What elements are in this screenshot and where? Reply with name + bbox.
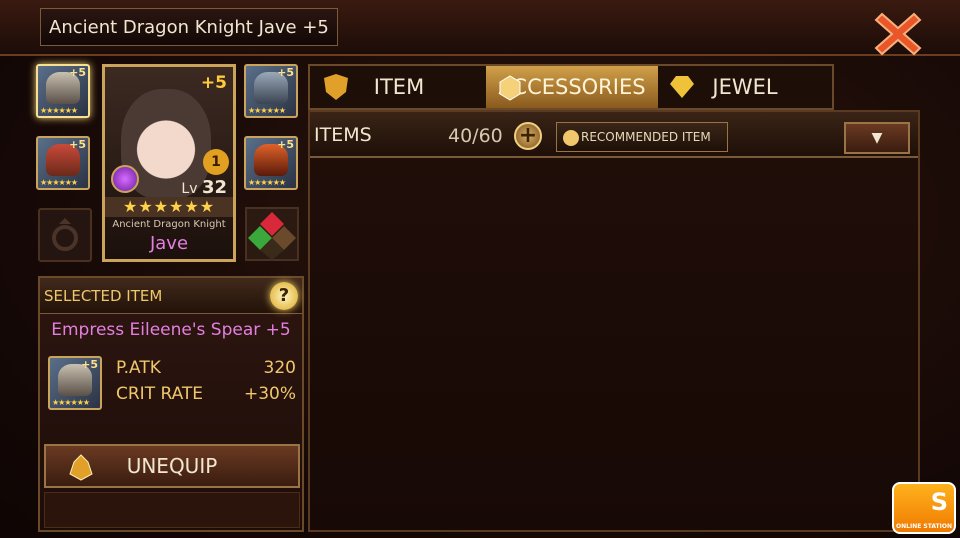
inventory-header: ITEMS 40/60 + RECOMMENDED ITEM ▼ <box>310 112 918 158</box>
gem-slot[interactable] <box>244 206 300 262</box>
equip-slot-armor[interactable]: +5 ★★★★★★ <box>36 136 90 190</box>
sort-dropdown[interactable]: ▼ <box>844 122 910 154</box>
close-icon <box>874 12 922 56</box>
level-prefix: Lv <box>181 181 198 197</box>
hero-class: Ancient Dragon Knight <box>112 219 226 230</box>
element-orb-icon <box>111 165 139 193</box>
help-icon[interactable]: ? <box>270 282 298 310</box>
stat-label-patk: P.ATK <box>116 358 161 378</box>
inventory-panel: ITEMS 40/60 + RECOMMENDED ITEM ▼ <box>308 110 920 532</box>
gem-slot-icon <box>245 207 299 261</box>
diamond-icon <box>670 76 694 98</box>
stat-label-crit: CRIT RATE <box>116 384 204 404</box>
unequip-button[interactable]: UNEQUIP <box>44 444 300 488</box>
selected-item-title: SELECTED ITEM <box>44 287 163 305</box>
tab-jewel[interactable]: JEWEL <box>658 66 832 108</box>
item-stars: ★★★★★★ <box>52 398 90 407</box>
close-button[interactable] <box>874 10 922 58</box>
hero-portrait: +5 1 Lv 32 ★★★★★★ Ancient Dragon Knight … <box>102 64 236 262</box>
unequip-label: UNEQUIP <box>126 454 218 478</box>
level-value: 32 <box>201 177 227 198</box>
rank-badge: 1 <box>203 149 229 175</box>
hero-name: Jave <box>149 233 189 254</box>
watermark-logo: S ONLINE STATION <box>892 482 956 534</box>
ring-empty-icon <box>52 218 78 251</box>
inventory-title: ITEMS <box>314 124 372 146</box>
leaf-icon <box>563 130 579 146</box>
slot-plus: +5 <box>69 66 86 79</box>
stat-value-crit: +30% <box>243 384 296 404</box>
slot-stars: ★★★★★★ <box>40 106 78 115</box>
slot-stars: ★★★★★★ <box>40 178 78 187</box>
tab-accessories[interactable]: ACCESSORIES <box>486 66 658 108</box>
expand-inventory-button[interactable]: + <box>514 122 542 150</box>
hero-level: Lv 32 <box>181 177 227 198</box>
item-plus: +5 <box>81 358 98 371</box>
inventory-tabs: ITEM ACCESSORIES JEWEL <box>308 64 834 110</box>
slot-stars: ★★★★★★ <box>248 106 286 115</box>
inventory-count: 40/60 <box>448 125 503 147</box>
hero-stars: ★★★★★★ <box>105 197 233 217</box>
selected-item-header: SELECTED ITEM ? <box>40 278 302 314</box>
slot-plus: +5 <box>277 66 294 79</box>
hero-plus: +5 <box>200 73 227 93</box>
slot-stars: ★★★★★★ <box>248 178 286 187</box>
tab-item[interactable]: ITEM <box>312 66 486 108</box>
recommended-item-button[interactable]: RECOMMENDED ITEM <box>556 122 728 152</box>
selected-item-panel: SELECTED ITEM ? Empress Eileene's Spear … <box>38 276 304 532</box>
tab-label: ITEM <box>373 75 425 99</box>
slot-plus: +5 <box>69 138 86 151</box>
item-name: Empress Eileene's Spear +5 <box>51 320 291 340</box>
item-icon: +5 ★★★★★★ <box>48 356 102 410</box>
shield-icon <box>324 74 348 100</box>
tab-label: JEWEL <box>712 75 778 99</box>
slot-plus: +5 <box>277 138 294 151</box>
gem-icon <box>499 75 521 101</box>
logo-text: ONLINE STATION <box>896 523 952 530</box>
equip-slot-helmet[interactable]: +5 ★★★★★★ <box>244 64 298 118</box>
stat-value-patk: 320 <box>263 358 296 378</box>
equip-slot-weapon[interactable]: +5 ★★★★★★ <box>36 64 90 118</box>
recommended-label: RECOMMENDED ITEM <box>581 130 711 144</box>
equip-slot-gauntlet[interactable]: +5 ★★★★★★ <box>244 136 298 190</box>
top-bar: Ancient Dragon Knight Jave +5 <box>0 0 960 56</box>
panel-footer <box>44 492 300 528</box>
equip-slot-ring[interactable] <box>38 208 92 262</box>
logo-letter: S <box>930 488 948 516</box>
page-title: Ancient Dragon Knight Jave +5 <box>40 8 338 46</box>
